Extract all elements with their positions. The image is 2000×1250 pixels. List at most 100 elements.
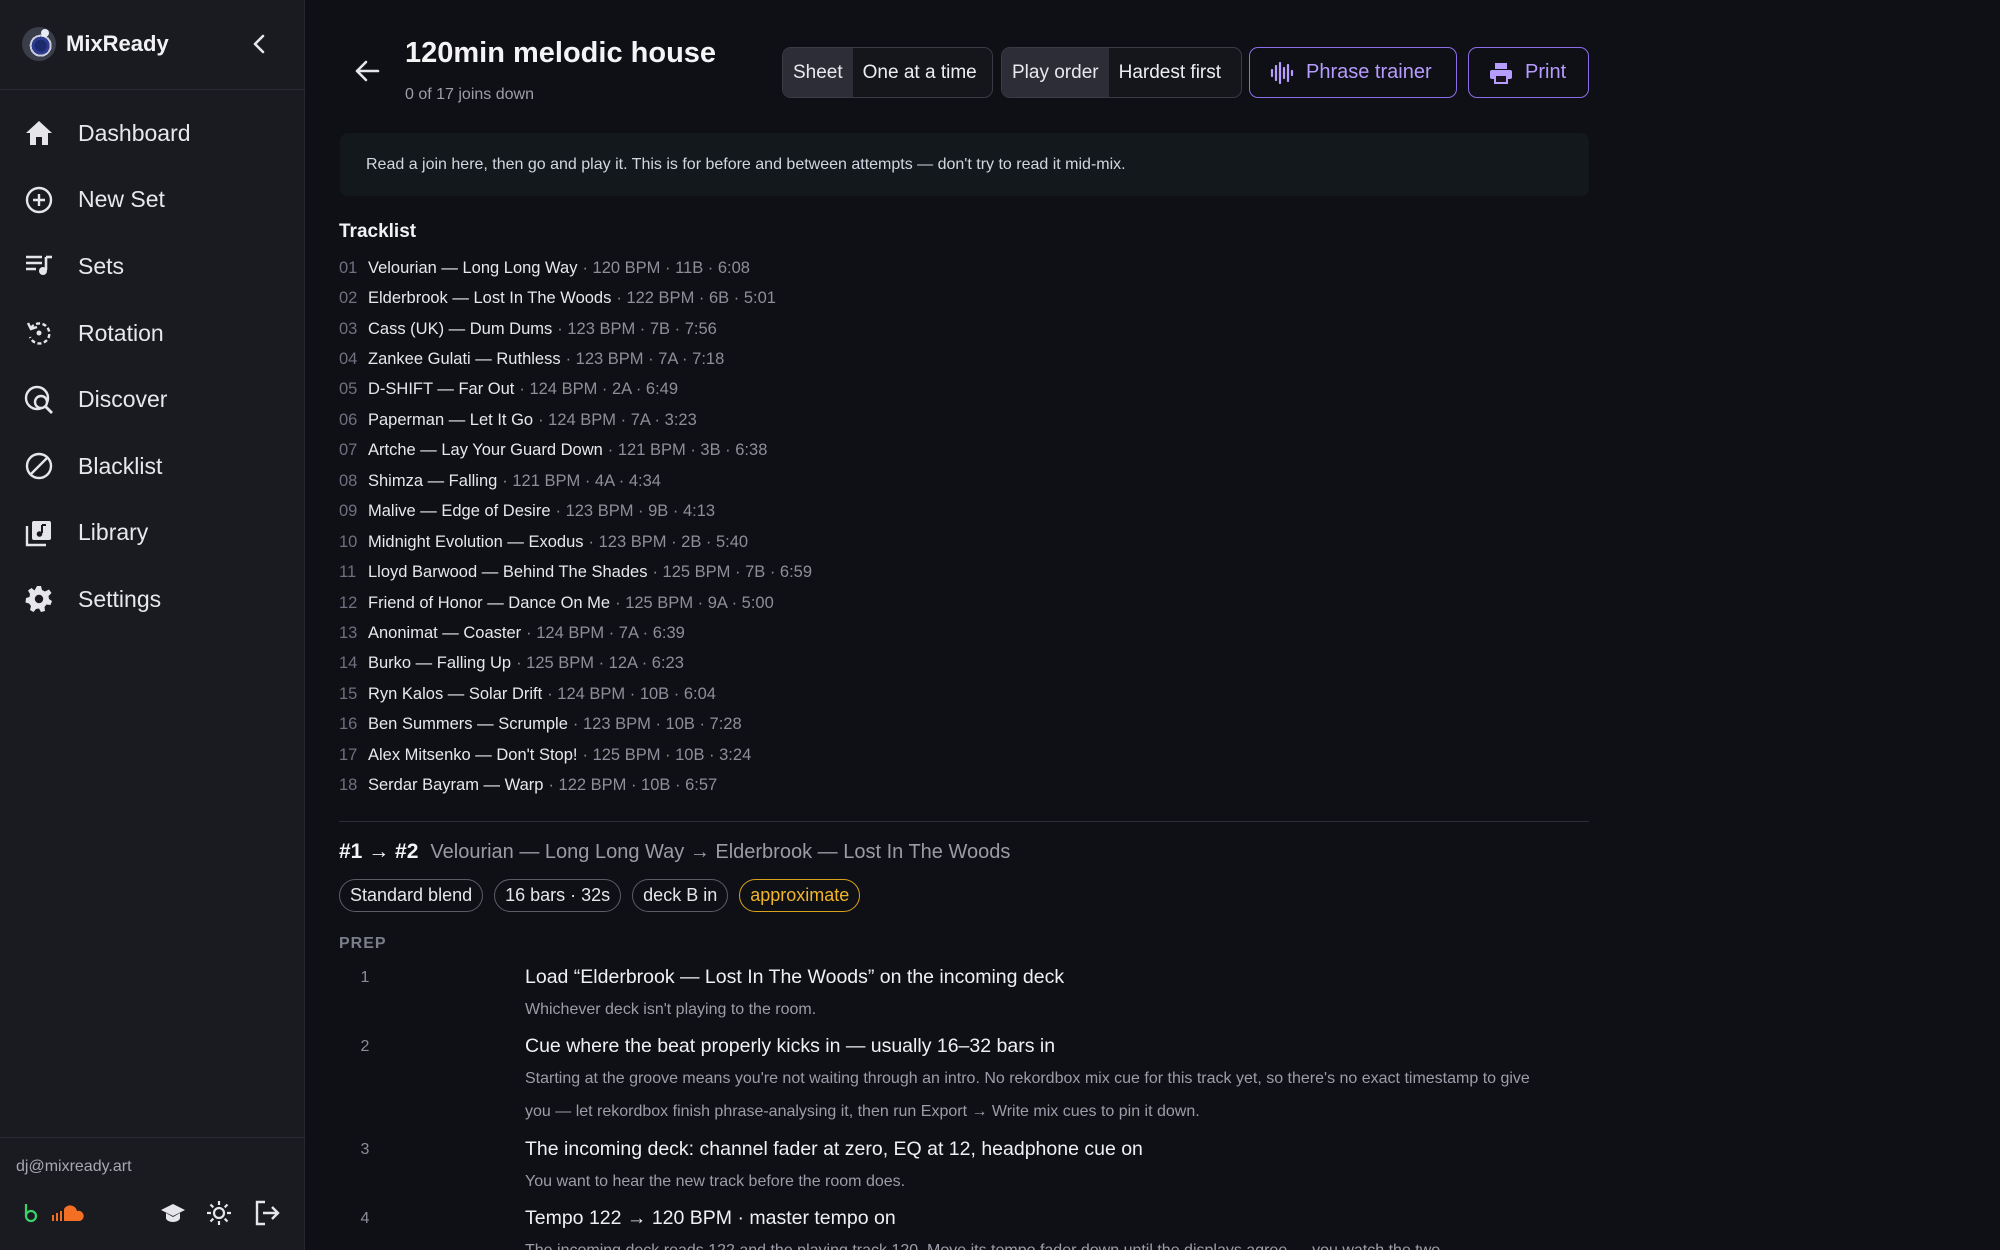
prep-section-label: PREP: [339, 935, 387, 952]
brand[interactable]: MixReady: [22, 26, 169, 62]
step-description: The incoming deck reads 122 and the play…: [525, 1234, 1535, 1250]
track-meta: · 124 BPM · 7A · 3:23: [538, 410, 697, 429]
step-description: You want to hear the new track before th…: [525, 1173, 906, 1190]
track-meta: · 124 BPM · 10B · 6:04: [547, 684, 716, 703]
tracklist-row: 03 Cass (UK) — Dum Dums · 123 BPM · 7B · 7…: [339, 314, 1339, 344]
tracklist-row: 13 Anonimat — Coaster · 124 BPM · 7A · 6:3…: [339, 618, 1339, 648]
track-meta: · 122 BPM · 6B · 5:01: [616, 289, 776, 308]
soundcloud-icon[interactable]: [52, 1196, 86, 1230]
beatport-icon[interactable]: [16, 1196, 46, 1230]
view-one-at-a-time-option[interactable]: One at a time: [853, 48, 987, 97]
track-meta: · 120 BPM · 11B · 6:08: [582, 258, 750, 277]
view-mode-toggle: Sheet One at a time: [782, 47, 993, 98]
graduation-cap-icon[interactable]: [158, 1196, 188, 1230]
block-icon: [24, 451, 54, 481]
step-description: Starting at the groove means you're not …: [525, 1070, 1530, 1120]
tracklist-row: 10 Midnight Evolution — Exodus · 123 BPM ·…: [339, 527, 1339, 557]
phrase-trainer-button[interactable]: Phrase trainer: [1249, 47, 1457, 98]
track-name: Burko — Falling Up: [368, 654, 512, 673]
track-meta: · 125 BPM · 7B · 6:59: [652, 563, 813, 582]
logout-icon[interactable]: [252, 1196, 282, 1230]
tracklist-row: 05 D-SHIFT — Far Out · 124 BPM · 2A · 6:49: [339, 375, 1339, 405]
plus-circle-icon: [24, 185, 54, 215]
order-play-option[interactable]: Play order: [1002, 48, 1109, 97]
user-email: dj@mixready.art: [16, 1158, 132, 1175]
tracklist-row: 06 Paperman — Let It Go · 124 BPM · 7A · 3…: [339, 405, 1339, 435]
sidebar-item-library[interactable]: Library: [0, 500, 305, 567]
track-name: Paperman — Let It Go: [368, 410, 534, 429]
step-title: Cue where the beat properly kicks in — u…: [525, 1035, 1056, 1057]
track-meta: · 121 BPM · 4A · 4:34: [502, 471, 661, 490]
back-button[interactable]: [350, 54, 384, 88]
track-name: Anonimat — Coaster: [368, 623, 522, 642]
arrow-left-icon: [355, 60, 380, 82]
print-button[interactable]: Print: [1468, 47, 1589, 98]
track-number: 09: [339, 502, 358, 521]
transition-chips: Standard blend 16 bars · 32s deck B in a…: [339, 879, 871, 912]
approximate-chip: approximate: [739, 879, 861, 912]
sidebar-item-sets[interactable]: Sets: [0, 233, 305, 300]
sidebar-item-rotation[interactable]: Rotation: [0, 300, 305, 367]
sidebar-item-label: Dashboard: [78, 119, 191, 146]
waveform-icon: [1270, 61, 1294, 85]
tracklist-row: 04 Zankee Gulati — Ruthless · 123 BPM · 7A…: [339, 344, 1339, 374]
step-title: Tempo 122 → 120 BPM · master tempo on: [525, 1207, 896, 1229]
tracklist-row: 11 Lloyd Barwood — Behind The Shades · 125…: [339, 557, 1339, 587]
usage-notice: Read a join here, then go and play it. T…: [340, 133, 1589, 196]
track-number: 02: [339, 289, 358, 308]
track-name: Artche — Lay Your Guard Down: [368, 441, 603, 460]
tracklist-row: 16 Ben Summers — Scrumple · 123 BPM · 10B …: [339, 710, 1339, 740]
track-number: 13: [339, 623, 358, 642]
deck-chip: deck B in: [632, 879, 729, 912]
sidebar-footer-icons: [0, 1196, 305, 1230]
track-name: D-SHIFT — Far Out: [368, 380, 515, 399]
vinyl-logo-icon: [22, 27, 56, 61]
step-number: 4: [360, 1210, 370, 1227]
view-sheet-option[interactable]: Sheet: [783, 48, 853, 97]
sidebar-item-dashboard[interactable]: Dashboard: [0, 100, 305, 167]
track-meta: · 125 BPM · 9A · 5:00: [615, 593, 774, 612]
track-name: Ben Summers — Scrumple: [368, 715, 568, 734]
track-number: 11: [339, 563, 357, 582]
sun-theme-icon[interactable]: [204, 1196, 234, 1230]
track-meta: · 124 BPM · 2A · 6:49: [519, 380, 679, 399]
track-name: Zankee Gulati — Ruthless: [368, 350, 561, 369]
track-meta: · 125 BPM · 12A · 6:23: [516, 654, 684, 673]
tracklist-row: 12 Friend of Honor — Dance On Me · 125 BPM…: [339, 588, 1339, 618]
tracklist: 01 Velourian — Long Long Way · 120 BPM · 1…: [339, 253, 1339, 801]
collapse-sidebar-button[interactable]: [246, 30, 272, 58]
track-meta: · 123 BPM · 9B · 4:13: [555, 502, 716, 521]
sidebar-item-new-set[interactable]: New Set: [0, 167, 305, 234]
sidebar-nav: Dashboard New Set Sets Rotation Discover: [0, 100, 305, 633]
track-name: Ryn Kalos — Solar Drift: [368, 684, 543, 703]
sidebar-divider: [0, 89, 305, 90]
gear-icon: [24, 584, 54, 614]
sidebar-item-label: Settings: [78, 585, 162, 612]
main-content: 120min melodic house 0 of 17 joins down …: [305, 0, 2000, 1250]
track-meta: · 123 BPM · 7B · 7:56: [557, 319, 717, 338]
track-meta: · 123 BPM · 7A · 7:18: [565, 350, 725, 369]
track-meta: · 125 BPM · 10B · 3:24: [582, 745, 752, 764]
tracklist-heading: Tracklist: [339, 221, 417, 242]
sidebar-item-label: New Set: [78, 186, 165, 213]
prep-step: 4 Tempo 122 → 120 BPM · master tempo on …: [339, 1207, 1589, 1250]
track-number: 18: [339, 776, 358, 795]
sidebar-item-label: Sets: [78, 252, 125, 279]
sidebar: MixReady Dashboard New Set Sets Rotation…: [0, 0, 305, 1250]
step-number: 3: [360, 1141, 370, 1158]
track-number: 06: [339, 410, 358, 429]
tracklist-row: 01 Velourian — Long Long Way · 120 BPM · 1…: [339, 253, 1339, 283]
sidebar-item-settings[interactable]: Settings: [0, 566, 305, 633]
printer-icon: [1489, 62, 1513, 84]
sidebar-item-blacklist[interactable]: Blacklist: [0, 433, 305, 500]
track-number: 10: [339, 532, 358, 551]
track-meta: · 123 BPM · 2B · 5:40: [588, 532, 749, 551]
transition-header: #1 → #2 Velourian — Long Long Way → Elde…: [339, 840, 1010, 864]
sidebar-item-discover[interactable]: Discover: [0, 366, 305, 433]
order-hardest-first-option[interactable]: Hardest first: [1109, 48, 1231, 97]
tracklist-row: 09 Malive — Edge of Desire · 123 BPM · 9B …: [339, 497, 1339, 527]
track-number: 08: [339, 471, 358, 490]
track-name: Serdar Bayram — Warp: [368, 776, 544, 795]
home-icon: [24, 118, 54, 148]
tracklist-row: 18 Serdar Bayram — Warp · 122 BPM · 10B · …: [339, 770, 1339, 800]
